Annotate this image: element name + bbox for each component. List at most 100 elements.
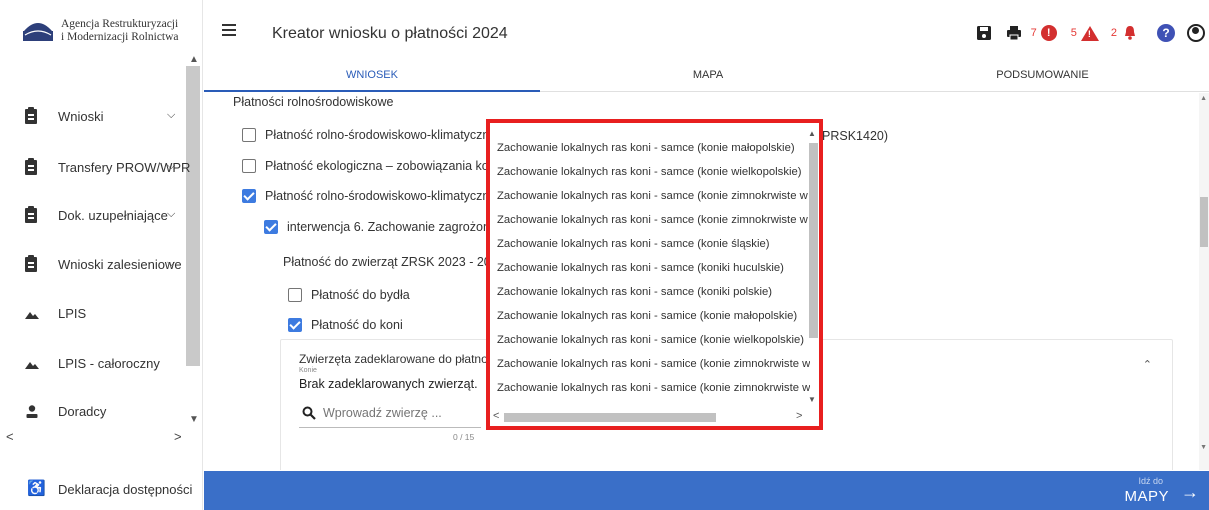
chevron-down-icon: ⌵ — [167, 208, 176, 220]
checkbox-row-zrsk[interactable]: Płatność rolno-środowiskowo-klimatyczn — [242, 189, 489, 203]
scroll-down-arrow[interactable]: ▼ — [808, 395, 816, 404]
tab-podsumowanie[interactable]: PODSUMOWANIE — [876, 66, 1209, 92]
sidebar-scrollbar-thumb[interactable] — [186, 66, 200, 366]
checkbox-checked[interactable] — [288, 318, 302, 332]
scroll-left-arrow[interactable]: < — [493, 410, 499, 422]
clipboard-icon — [25, 107, 37, 124]
dropdown-option[interactable]: Zachowanie lokalnych ras koni - samce (k… — [497, 233, 810, 255]
checkbox-checked[interactable] — [242, 189, 256, 203]
scrollbar-thumb[interactable] — [809, 143, 818, 338]
warning-count: 5 — [1070, 27, 1077, 39]
breed-dropdown-list[interactable]: Zachowanie lokalnych ras koni - samce (k… — [486, 119, 823, 430]
clipboard-icon — [25, 158, 37, 175]
sidebar-item-label: LPIS — [58, 306, 87, 321]
checkbox-label: Płatność ekologiczna – zobowiązania ko — [265, 159, 489, 173]
agency-name-line2: i Modernizacji Rolnictwa — [61, 31, 179, 43]
chevron-down-icon: ⌵ — [167, 109, 176, 121]
checkbox-checked[interactable] — [264, 220, 278, 234]
sidebar-scroll-down-arrow[interactable]: ▼ — [189, 414, 199, 425]
checkbox[interactable] — [288, 288, 302, 302]
sidebar-item-lpis[interactable]: LPIS — [0, 299, 186, 329]
warning-icon[interactable] — [1080, 25, 1099, 41]
search-underline — [299, 427, 481, 428]
dropdown-option[interactable]: Zachowanie lokalnych ras koni - samice (… — [497, 353, 810, 375]
checkbox-row-konie[interactable]: Płatność do koni — [288, 318, 403, 332]
dropdown-option[interactable]: Zachowanie lokalnych ras koni - samice (… — [497, 377, 810, 399]
header: Kreator wniosku o płatności 2024 7 ! 5 2… — [204, 0, 1209, 66]
sidebar-item-doradcy[interactable]: Doradcy — [0, 397, 186, 427]
arrow-right-icon[interactable]: → — [1181, 482, 1199, 503]
scroll-left-arrow[interactable]: < — [6, 429, 14, 444]
menu-icon[interactable] — [222, 24, 236, 36]
agency-name: Agencja Restrukturyzacji i Modernizacji … — [61, 18, 179, 44]
notification-count: 2 — [1110, 27, 1117, 39]
checkbox-label: Płatność rolno-środowiskowo-klimatyczn — [265, 189, 490, 203]
clipboard-icon — [25, 206, 37, 223]
bell-icon[interactable] — [1121, 24, 1139, 42]
sidebar-item-transfery[interactable]: Transfery PROW/WPR ⌵ — [0, 153, 190, 183]
page-title: Kreator wniosku o płatności 2024 — [272, 25, 508, 42]
accessibility-icon: ♿ — [27, 480, 46, 497]
sidebar-scroll-up-arrow[interactable]: ▲ — [189, 54, 199, 65]
mountain-icon — [25, 312, 39, 319]
scroll-up-arrow[interactable]: ▲ — [808, 129, 816, 138]
save-icon[interactable] — [975, 24, 993, 42]
sidebar-item-wnioski-zalesieniowe[interactable]: Wnioski zalesieniowe ⌵ — [0, 250, 186, 280]
user-account-icon[interactable] — [1187, 24, 1205, 42]
chevron-up-icon[interactable]: ⌃ — [1143, 358, 1152, 371]
animal-search-input[interactable] — [323, 403, 468, 423]
zrsk-subsection-label: Płatność do zwierząt ZRSK 2023 - 202 — [283, 255, 498, 269]
scroll-right-arrow[interactable]: > — [796, 410, 802, 422]
person-icon — [26, 405, 38, 418]
checkbox-row-prsk[interactable]: Płatność rolno-środowiskowo-klimatyczn — [242, 128, 489, 142]
dropdown-option[interactable]: Zachowanie lokalnych ras koni - samce (k… — [497, 281, 810, 303]
sidebar-item-wnioski[interactable]: Wnioski ⌵ — [0, 102, 186, 132]
dropdown-option[interactable]: Zachowanie lokalnych ras koni - samce (k… — [497, 161, 810, 183]
chevron-down-icon: ⌵ — [167, 257, 176, 269]
dropdown-option[interactable]: Zachowanie lokalnych ras koni - samce (k… — [497, 137, 810, 159]
sidebar: Agencja Restrukturyzacji i Modernizacji … — [0, 0, 203, 510]
sidebar-item-dok-uzupelniajace[interactable]: Dok. uzupełniające ⌵ — [0, 201, 186, 231]
sidebar-item-label: Wnioski — [58, 109, 104, 124]
search-icon — [302, 406, 316, 420]
footer-bar: Idź do MAPY → — [204, 471, 1209, 510]
character-counter: 0 / 15 — [453, 432, 475, 442]
clipboard-icon — [25, 255, 37, 272]
scroll-right-arrow[interactable]: > — [174, 429, 182, 444]
tab-mapa[interactable]: MAPA — [540, 66, 876, 92]
checkbox-label: Płatność do bydła — [311, 288, 410, 302]
sidebar-item-label: LPIS - całoroczny — [58, 356, 160, 371]
scroll-down-arrow[interactable]: ▼ — [1200, 444, 1207, 451]
scrollbar-thumb[interactable] — [504, 413, 716, 422]
agency-name-line1: Agencja Restrukturyzacji — [61, 18, 179, 30]
sidebar-item-label: Deklaracja dostępności — [58, 482, 193, 497]
dropdown-horizontal-scrollbar[interactable]: < > — [490, 410, 819, 424]
dropdown-vertical-scrollbar[interactable]: ▲ ▼ — [808, 129, 819, 405]
error-icon[interactable]: ! — [1040, 25, 1057, 41]
sidebar-horizontal-scrollbar[interactable]: < > — [0, 428, 200, 446]
dropdown-option[interactable]: Zachowanie lokalnych ras koni - samce (k… — [497, 257, 810, 279]
checkbox[interactable] — [242, 159, 256, 173]
tab-wniosek[interactable]: WNIOSEK — [204, 66, 540, 92]
dropdown-option[interactable]: Zachowanie lokalnych ras koni - samce (k… — [497, 209, 810, 231]
goto-map-button[interactable]: MAPY — [1124, 488, 1169, 505]
dropdown-option[interactable]: Zachowanie lokalnych ras koni - samice (… — [497, 305, 810, 327]
empty-state-text: Brak zadeklarowanych zwierząt. — [299, 377, 478, 391]
error-count: 7 — [1030, 27, 1037, 39]
checkbox-row-interwencja[interactable]: interwencja 6. Zachowanie zagrożon — [264, 220, 490, 234]
checkbox-row-bydlo[interactable]: Płatność do bydła — [288, 288, 410, 302]
sidebar-item-label: Wnioski zalesieniowe — [58, 257, 182, 272]
dropdown-option[interactable]: Zachowanie lokalnych ras koni - samce (k… — [497, 185, 810, 207]
sidebar-item-accessibility[interactable]: ♿ Deklaracja dostępności — [0, 474, 203, 504]
scroll-up-arrow[interactable]: ▲ — [1200, 95, 1207, 102]
checkbox-row-ekologiczna[interactable]: Płatność ekologiczna – zobowiązania ko — [242, 159, 489, 173]
dropdown-option[interactable]: Zachowanie lokalnych ras koni - samice (… — [497, 329, 810, 351]
content-scrollbar[interactable]: ▲ ▼ — [1199, 93, 1209, 470]
panel-subtitle: Konie — [299, 367, 317, 374]
checkbox[interactable] — [242, 128, 256, 142]
print-icon[interactable] — [1005, 24, 1023, 42]
sidebar-item-lpis-caloroczny[interactable]: LPIS - całoroczny — [0, 349, 186, 379]
scrollbar-thumb[interactable] — [1200, 197, 1208, 247]
help-icon[interactable]: ? — [1157, 24, 1175, 42]
goto-caption: Idź do — [1138, 476, 1163, 486]
